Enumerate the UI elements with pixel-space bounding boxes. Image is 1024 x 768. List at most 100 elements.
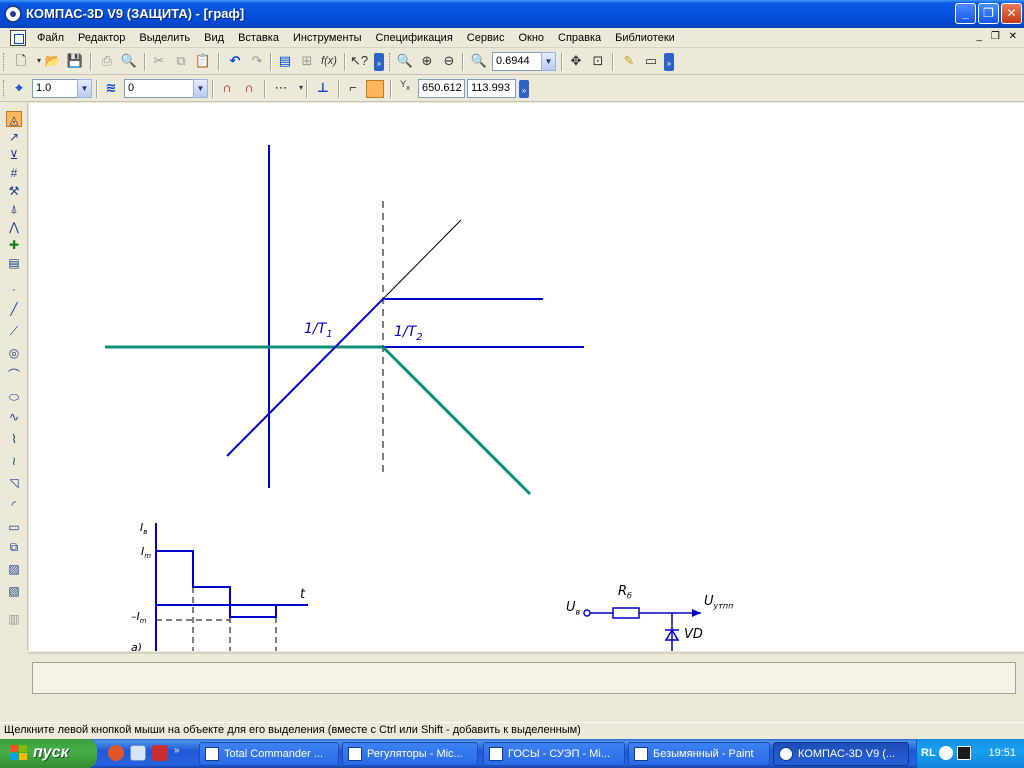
- help-pointer-icon[interactable]: ↖?: [350, 53, 368, 71]
- pulse-y-axis-label[interactable]: Iв: [140, 521, 147, 536]
- function-icon[interactable]: f(x): [320, 53, 338, 71]
- magnet-snap-icon[interactable]: ∩: [218, 80, 236, 98]
- label-1-over-t1[interactable]: 1/T1: [304, 321, 333, 340]
- line-scale-dropdown-chevron-icon[interactable]: ▼: [77, 79, 92, 98]
- symbols-panel-icon[interactable]: ⊻: [6, 147, 22, 163]
- cursor-x-field[interactable]: 650.612: [418, 79, 465, 98]
- zoom-window-icon[interactable]: 🔍: [396, 53, 414, 71]
- task-kompas[interactable]: КОМПАС-3D V9 (...: [773, 742, 909, 766]
- minimize-button[interactable]: _: [955, 3, 976, 24]
- layers-icon[interactable]: ≋: [102, 80, 120, 98]
- toolbar-grip[interactable]: [3, 53, 6, 71]
- spline-tool-icon[interactable]: ∿: [6, 409, 22, 425]
- pan-icon[interactable]: ✥: [567, 53, 585, 71]
- print-icon[interactable]: ⎙: [98, 53, 116, 71]
- toolbar-grip[interactable]: [389, 53, 392, 71]
- collection-tool-icon[interactable]: ▥: [6, 611, 22, 627]
- task-total-commander[interactable]: Total Commander ...: [199, 742, 339, 766]
- parametrization-panel-icon[interactable]: ⚒: [6, 183, 22, 199]
- local-snap-icon[interactable]: ∩: [240, 80, 258, 98]
- circuit-diode-label[interactable]: VD: [684, 627, 703, 642]
- pulse-neg-im-label[interactable]: –Im: [131, 610, 147, 625]
- chamfer-tool-icon[interactable]: ◹: [6, 475, 22, 491]
- menu-libraries[interactable]: Библиотеки: [608, 31, 682, 45]
- point-tool-icon[interactable]: ·: [6, 281, 22, 297]
- restore-button[interactable]: ❐: [978, 3, 999, 24]
- new-document-icon[interactable]: 🗋: [12, 53, 30, 71]
- circuit-resistor[interactable]: [612, 607, 640, 619]
- kompas-app-icon[interactable]: [4, 5, 22, 23]
- document-icon[interactable]: [10, 30, 26, 46]
- spec-panel-icon[interactable]: ✚: [6, 237, 22, 253]
- print-preview-icon[interactable]: 🔍: [120, 53, 138, 71]
- task-paint[interactable]: Безымянный - Paint: [628, 742, 770, 766]
- refresh-icon[interactable]: ✎: [620, 53, 638, 71]
- clock[interactable]: 19:51: [988, 747, 1016, 759]
- task-word-regulators[interactable]: Регуляторы - Mic...: [342, 742, 478, 766]
- menu-file[interactable]: Файл: [30, 31, 71, 45]
- diagonal-green-line[interactable]: [381, 345, 532, 496]
- circuit-input-label[interactable]: Uв: [566, 600, 580, 617]
- segment-tool-icon[interactable]: ⟋: [6, 323, 22, 339]
- toolbar-overflow-chevron[interactable]: »: [664, 53, 674, 71]
- menu-tools[interactable]: Инструменты: [286, 31, 369, 45]
- ortho-mode-icon[interactable]: ⌐: [344, 80, 362, 98]
- bezier-tool-icon[interactable]: ≀: [6, 453, 22, 469]
- label-1-over-t2[interactable]: 1/T2: [394, 324, 423, 343]
- manager-icon[interactable]: ▤: [276, 53, 294, 71]
- zoom-value-field[interactable]: 0.6944: [492, 52, 542, 71]
- tray-expand-icon[interactable]: [939, 746, 953, 760]
- select-panel-icon[interactable]: ⋀: [6, 219, 22, 235]
- cursor-y-field[interactable]: 113.993: [467, 79, 516, 98]
- menu-edit[interactable]: Редактор: [71, 31, 132, 45]
- zoom-in-icon[interactable]: ⊕: [418, 53, 436, 71]
- layer-dropdown-chevron-icon[interactable]: ▼: [193, 79, 208, 98]
- task-word-gosy[interactable]: ГОСЫ - СУЭП - Mi...: [483, 742, 625, 766]
- tray-app-icon[interactable]: [957, 746, 971, 760]
- menu-specification[interactable]: Спецификация: [369, 31, 460, 45]
- menu-window[interactable]: Окно: [511, 31, 551, 45]
- pulse-cut-label[interactable]: а): [131, 641, 142, 651]
- zoom-scale-icon[interactable]: 🔍: [470, 53, 488, 71]
- grid-icon[interactable]: ⋯: [272, 80, 290, 98]
- measure-panel-icon[interactable]: ⍋: [6, 201, 22, 217]
- undo-icon[interactable]: ↶: [226, 53, 244, 71]
- diagonal-thin-line[interactable]: [382, 219, 462, 300]
- circuit-output-label[interactable]: Uутпп: [704, 594, 733, 611]
- quicklaunch-app-icon[interactable]: [108, 745, 124, 761]
- redo-icon[interactable]: ↷: [248, 53, 266, 71]
- hatch-tool-icon[interactable]: ▨: [6, 561, 22, 577]
- show-all-icon[interactable]: ⊡: [589, 53, 607, 71]
- quicklaunch-more-chevron-icon[interactable]: »: [174, 745, 190, 761]
- circuit-resistor-label[interactable]: Rб: [618, 584, 632, 601]
- rectangle-tool-icon[interactable]: ▭: [6, 519, 22, 535]
- quicklaunch-calendar-icon[interactable]: [152, 745, 168, 761]
- pulse-t-axis-label[interactable]: t: [300, 587, 305, 602]
- title-bar[interactable]: КОМПАС-3D V9 (ЗАЩИТА) - [граф] _ ❐ ✕: [0, 0, 1024, 28]
- toolbar-overflow-chevron[interactable]: »: [519, 80, 529, 98]
- line-scale-field[interactable]: 1.0: [32, 79, 78, 98]
- language-indicator[interactable]: RL: [921, 747, 936, 759]
- zoom-dropdown-chevron-icon[interactable]: ▼: [541, 52, 556, 71]
- save-icon[interactable]: 💾: [66, 53, 84, 71]
- menu-help[interactable]: Справка: [551, 31, 608, 45]
- layer-field[interactable]: 0: [124, 79, 194, 98]
- menu-insert[interactable]: Вставка: [231, 31, 286, 45]
- contour-tool-icon[interactable]: ⧉: [6, 539, 22, 555]
- drawing-canvas[interactable]: 1/T1 1/T2 Iв Im –Im t а) Uв Rб Uутпп VD: [29, 103, 1024, 651]
- fillet-tool-icon[interactable]: ◜: [6, 497, 22, 513]
- dimensions-panel-icon[interactable]: ↗: [6, 129, 22, 145]
- menu-view[interactable]: Вид: [197, 31, 231, 45]
- menu-select[interactable]: Выделить: [132, 31, 197, 45]
- pulse-positive-steps[interactable]: [156, 550, 231, 605]
- polyline-tool-icon[interactable]: ⌇: [6, 431, 22, 447]
- start-button[interactable]: пуск: [0, 739, 97, 768]
- circuit-input-terminal[interactable]: [583, 609, 591, 617]
- toolbar-grip[interactable]: [3, 80, 6, 98]
- paste-icon[interactable]: 📋: [194, 53, 212, 71]
- pulse-negative-step[interactable]: [229, 605, 277, 618]
- copy-icon[interactable]: ⧉: [172, 53, 190, 71]
- geometry-panel-icon[interactable]: ◬: [6, 111, 22, 127]
- auxiliary-line-icon[interactable]: ╱: [6, 301, 22, 317]
- snap-point-icon[interactable]: ⌖: [10, 80, 28, 98]
